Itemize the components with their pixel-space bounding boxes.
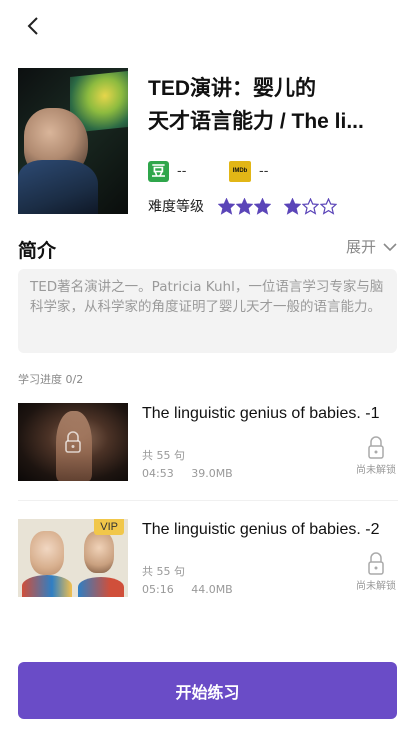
lesson-sentence-count: 共 55 句 — [142, 449, 185, 462]
douban-icon: 豆 — [148, 160, 169, 182]
intro-title: 简介 — [18, 240, 57, 262]
lesson-thumbnail: VIP — [18, 519, 128, 597]
star-filled-icon — [236, 197, 253, 215]
star-filled-icon — [218, 197, 235, 215]
lesson-lock: 尚未解锁 — [354, 551, 398, 592]
course-title-line1: TED演讲：婴儿的 — [148, 77, 316, 100]
difficulty-row: 难度等级 — [148, 196, 338, 216]
divider — [18, 500, 398, 501]
lesson-meta: 04:53 39.0MB — [142, 467, 233, 480]
lesson-sentence-count: 共 55 句 — [142, 565, 185, 578]
lock-label: 尚未解锁 — [356, 465, 396, 476]
imdb-rating: -- — [259, 163, 269, 179]
lesson-title: The linguistic genius of babies. -1 — [142, 405, 380, 422]
course-poster — [18, 68, 128, 214]
lesson-size: 44.0MB — [191, 583, 233, 596]
star-filled-icon — [254, 197, 271, 215]
difficulty-label: 难度等级 — [148, 199, 204, 215]
lock-icon — [368, 552, 384, 575]
lesson-item-2[interactable]: VIP The linguistic genius of babies. -2 … — [18, 519, 398, 601]
course-header: TED演讲：婴儿的 天才语言能力 / The li... 豆 -- IMDb -… — [18, 68, 398, 218]
lesson-title: The linguistic genius of babies. -2 — [142, 521, 380, 538]
lock-icon — [65, 431, 81, 453]
chevron-left-icon — [27, 17, 38, 35]
course-title-line2: 天才语言能力 / The li... — [148, 110, 364, 133]
start-practice-button[interactable]: 开始练习 — [18, 662, 397, 719]
back-button[interactable] — [22, 14, 46, 38]
star-filled-icon — [284, 197, 301, 215]
star-empty-icon — [320, 197, 337, 215]
expand-label: 展开 — [345, 238, 376, 256]
lock-label: 尚未解锁 — [356, 581, 396, 592]
ratings-row: 豆 -- IMDb -- — [148, 160, 311, 182]
lesson-lock: 尚未解锁 — [354, 435, 398, 476]
lock-icon — [368, 436, 384, 459]
study-progress: 学习进度 0/2 — [18, 373, 84, 386]
star-empty-icon — [302, 197, 319, 215]
intro-text: TED著名演讲之一。Patricia Kuhl，一位语言学习专家与脑科学家，从科… — [18, 269, 397, 353]
douban-rating: -- — [177, 163, 187, 179]
lesson-duration: 05:16 — [142, 583, 174, 596]
difficulty-stars — [218, 197, 338, 215]
expand-button[interactable]: 展开 — [346, 236, 398, 257]
course-title: TED演讲：婴儿的 天才语言能力 / The li... — [148, 72, 398, 138]
lesson-meta: 05:16 44.0MB — [142, 583, 233, 596]
imdb-icon: IMDb — [229, 160, 251, 182]
lesson-duration: 04:53 — [142, 467, 174, 480]
chevron-down-icon — [383, 242, 397, 251]
lesson-size: 39.0MB — [191, 467, 233, 480]
lesson-thumbnail — [18, 403, 128, 481]
vip-badge: VIP — [94, 519, 124, 535]
intro-header: 简介 展开 — [18, 236, 398, 262]
lesson-item-1[interactable]: The linguistic genius of babies. -1 共 55… — [18, 403, 398, 485]
